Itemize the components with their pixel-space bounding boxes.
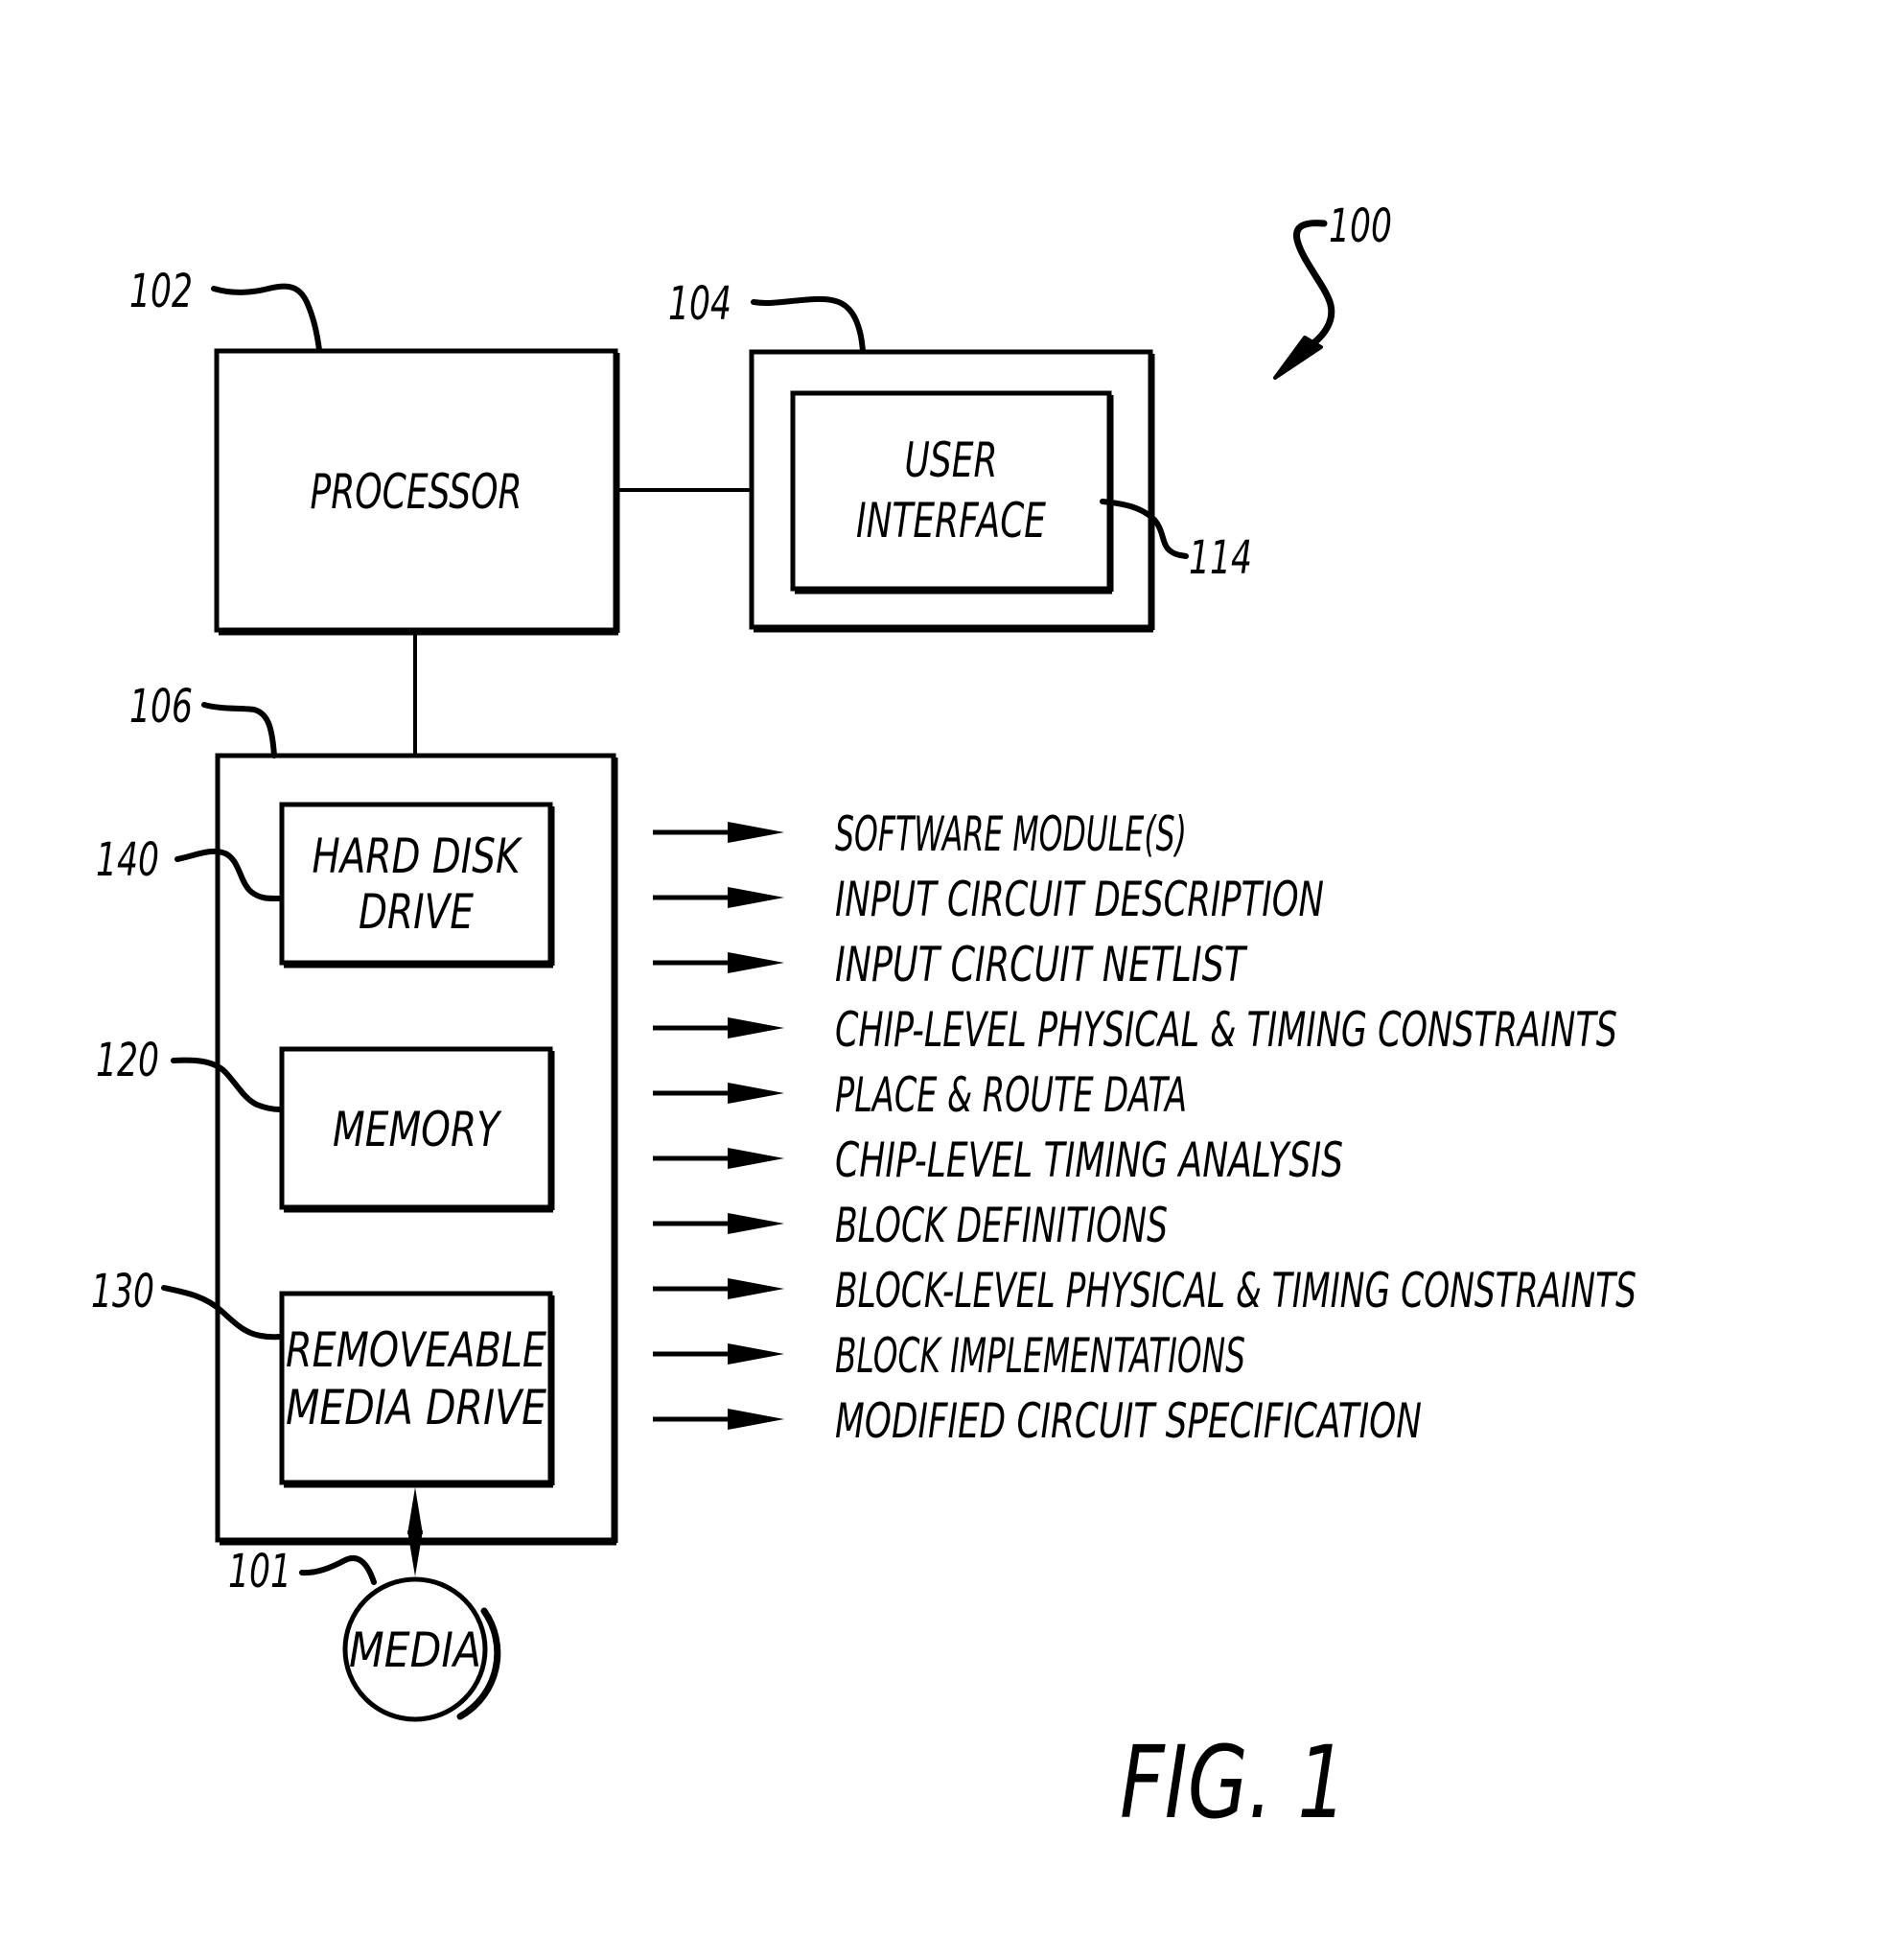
media-leader-line bbox=[299, 1555, 377, 1585]
stored-item-row: MODIFIED CIRCUIT SPECIFICATION bbox=[653, 1393, 1422, 1449]
ref-label-140: 140 bbox=[96, 833, 159, 887]
stored-item-label: MODIFIED CIRCUIT SPECIFICATION bbox=[835, 1393, 1422, 1449]
system-leader-line bbox=[1293, 220, 1335, 347]
arrow-right-icon bbox=[728, 1409, 784, 1430]
arrow-right-icon bbox=[728, 887, 784, 908]
ref-label-130: 130 bbox=[91, 1265, 154, 1318]
arrow-right-icon bbox=[728, 1148, 784, 1169]
processor-leader-line bbox=[211, 283, 322, 353]
stored-item-row: INPUT CIRCUIT NETLIST bbox=[653, 937, 1248, 992]
ref-label-114: 114 bbox=[1189, 531, 1252, 585]
media-block: MEDIA 101 bbox=[228, 1545, 501, 1722]
removable-drive-label-line2: MEDIA DRIVE bbox=[286, 1380, 546, 1435]
ref-label-102: 102 bbox=[129, 265, 193, 318]
stored-item-row: CHIP-LEVEL TIMING ANALYSIS bbox=[653, 1132, 1343, 1188]
removable-drive-block: REMOVEABLE MEDIA DRIVE 130 bbox=[91, 1265, 555, 1488]
hard-disk-block: HARD DISK DRIVE 140 bbox=[96, 802, 555, 968]
user-interface-box bbox=[790, 390, 1112, 592]
stored-item-row: BLOCK-LEVEL PHYSICAL & TIMING CONSTRAINT… bbox=[653, 1263, 1636, 1318]
io-leader-line bbox=[751, 295, 866, 354]
arrowhead-down-icon bbox=[407, 1530, 423, 1576]
stored-item-row: SOFTWARE MODULE(S) bbox=[653, 806, 1187, 862]
ref-label-120: 120 bbox=[96, 1034, 159, 1087]
system-arrowhead-icon bbox=[1273, 336, 1323, 380]
stored-item-label: INPUT CIRCUIT NETLIST bbox=[835, 937, 1248, 992]
stored-item-row: BLOCK IMPLEMENTATIONS bbox=[653, 1328, 1245, 1384]
block-diagram: 100 PROCESSOR 102 104 USER INTERFACE 114 bbox=[91, 199, 1636, 1841]
stored-items-list: SOFTWARE MODULE(S) INPUT CIRCUIT DESCRIPT… bbox=[653, 806, 1636, 1449]
hard-disk-label-line1: HARD DISK bbox=[313, 828, 523, 884]
removable-drive-label-line1: REMOVEABLE bbox=[286, 1322, 546, 1378]
ref-label-100: 100 bbox=[1329, 199, 1392, 253]
memory-block: MEMORY 120 bbox=[96, 1034, 555, 1213]
processor-block: PROCESSOR 102 bbox=[129, 265, 620, 636]
arrow-right-icon bbox=[728, 1017, 784, 1038]
storage-leader-line bbox=[201, 702, 277, 758]
memory-label: MEMORY bbox=[333, 1102, 502, 1157]
stored-item-label: INPUT CIRCUIT DESCRIPTION bbox=[835, 872, 1324, 927]
arrow-right-icon bbox=[728, 822, 784, 843]
stored-item-label: BLOCK DEFINITIONS bbox=[835, 1198, 1168, 1253]
arrow-right-icon bbox=[728, 1213, 784, 1234]
stored-item-label: SOFTWARE MODULE(S) bbox=[835, 806, 1187, 862]
stored-item-row: BLOCK DEFINITIONS bbox=[653, 1198, 1168, 1253]
arrow-right-icon bbox=[728, 952, 784, 973]
media-label: MEDIA bbox=[349, 1622, 481, 1678]
stored-item-row: CHIP-LEVEL PHYSICAL & TIMING CONSTRAINTS bbox=[653, 1002, 1617, 1058]
stored-item-label: PLACE & ROUTE DATA bbox=[835, 1067, 1187, 1123]
user-interface-label-line1: USER bbox=[905, 432, 998, 488]
hard-disk-label-line2: DRIVE bbox=[359, 884, 474, 940]
system-reference: 100 bbox=[1273, 199, 1392, 380]
user-interface-block: USER INTERFACE 114 bbox=[790, 390, 1252, 595]
ref-label-104: 104 bbox=[668, 277, 731, 331]
stored-item-row: INPUT CIRCUIT DESCRIPTION bbox=[653, 872, 1324, 927]
arrow-right-icon bbox=[728, 1343, 784, 1365]
arrow-right-icon bbox=[728, 1278, 784, 1299]
stored-item-label: CHIP-LEVEL PHYSICAL & TIMING CONSTRAINTS bbox=[835, 1002, 1617, 1058]
stored-item-label: BLOCK-LEVEL PHYSICAL & TIMING CONSTRAINT… bbox=[835, 1263, 1636, 1318]
stored-item-label: CHIP-LEVEL TIMING ANALYSIS bbox=[835, 1132, 1343, 1188]
figure-caption: FIG. 1 bbox=[1120, 1724, 1347, 1841]
ref-label-101: 101 bbox=[228, 1545, 291, 1598]
stored-item-label: BLOCK IMPLEMENTATIONS bbox=[835, 1328, 1245, 1384]
processor-label: PROCESSOR bbox=[311, 464, 522, 520]
ref-label-106: 106 bbox=[129, 680, 193, 734]
user-interface-label-line2: INTERFACE bbox=[856, 493, 1046, 548]
arrow-right-icon bbox=[728, 1083, 784, 1104]
stored-item-row: PLACE & ROUTE DATA bbox=[653, 1067, 1187, 1123]
